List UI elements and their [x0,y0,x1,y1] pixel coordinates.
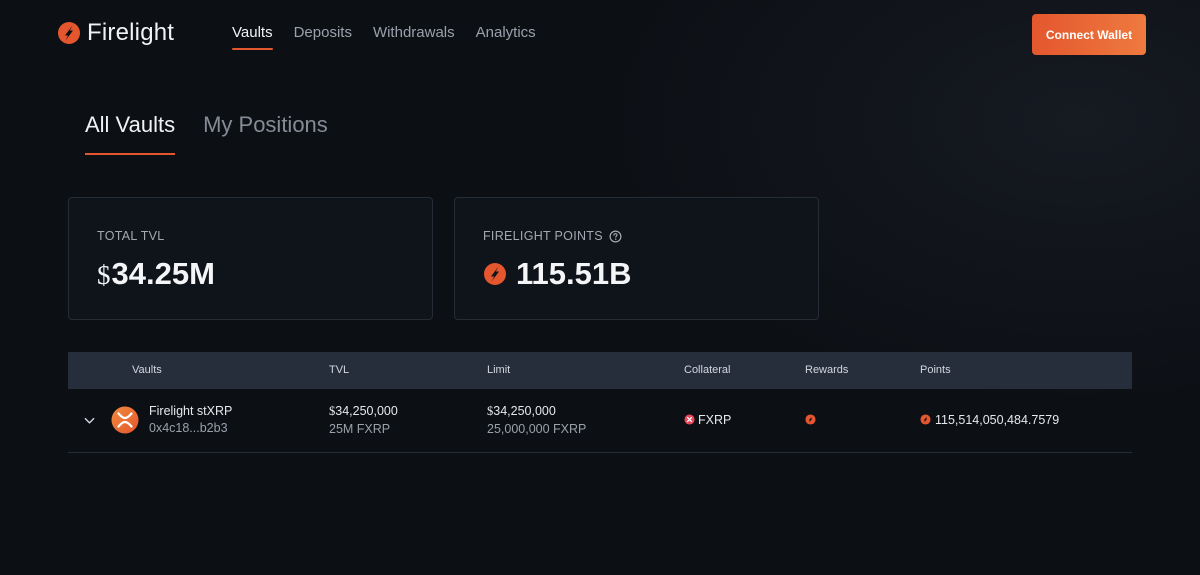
tab-my-positions[interactable]: My Positions [203,112,328,155]
total-tvl-card: TOTAL TVL $34.25M [68,197,433,320]
collateral-value: FXRP [698,413,732,427]
column-points: Points [920,364,951,376]
column-tvl: TVL [329,364,350,376]
main-nav: Vaults Deposits Withdrawals Analytics [232,24,536,50]
vaults-table: Vaults TVL Limit Collateral Rewards Poin… [68,352,1132,453]
flame-icon [805,414,816,425]
fxrp-icon [684,414,695,425]
flame-icon [920,414,931,425]
currency-symbol: $ [97,260,111,290]
vault-address: 0x4c18...b2b3 [149,421,228,435]
nav-vaults[interactable]: Vaults [232,24,273,50]
table-row[interactable]: Firelight stXRP 0x4c18...b2b3 $34,250,00… [68,389,1132,453]
limit-value: 34,250,000 [493,404,556,418]
tab-all-vaults[interactable]: All Vaults [85,112,176,155]
tvl-value: 34,250,000 [335,404,398,418]
vault-name: Firelight stXRP [149,404,233,418]
total-tvl-value: $34.25M [97,256,215,292]
total-tvl-amount: 34.25M [111,256,215,291]
firelight-points-card: FIRELIGHT POINTS 115.51B [454,197,819,320]
points-value-cell: 115,514,050,484.7579 [935,413,1060,427]
column-vaults: Vaults [132,364,162,376]
points-label-text: FIRELIGHT POINTS [483,229,603,243]
tvl-sub: 25M FXRP [329,422,391,436]
top-header: Firelight Vaults Deposits Withdrawals An… [0,0,1200,70]
total-tvl-label: TOTAL TVL [97,229,165,243]
column-collateral: Collateral [684,364,731,376]
vault-name-cell: Firelight stXRP 0x4c18...b2b3 [149,404,232,435]
points-amount: 115.51B [516,256,632,291]
brand-name: Firelight [87,19,175,46]
points-label: FIRELIGHT POINTS [483,229,622,243]
nav-withdrawals[interactable]: Withdrawals [373,24,455,50]
limit-cell: $34,250,000 25,000,000 FXRP [487,404,586,436]
nav-deposits[interactable]: Deposits [294,24,352,50]
total-tvl-label-text: TOTAL TVL [97,229,165,243]
nav-analytics[interactable]: Analytics [476,24,536,50]
brand-logo[interactable]: Firelight [57,19,174,47]
points-cell: 115,514,050,484.7579 [920,413,1059,427]
flame-logo-icon [58,22,80,44]
limit-sub: 25,000,000 FXRP [487,422,587,436]
help-icon[interactable] [609,230,622,243]
collateral-cell: FXRP [684,413,731,427]
rewards-cell [805,413,816,427]
vault-tabs: All Vaults My Positions [85,112,328,155]
column-rewards: Rewards [805,364,849,376]
xrp-token-icon [111,406,139,434]
flame-icon [484,263,506,285]
tvl-cell: $34,250,000 25M FXRP [329,404,398,436]
points-value: 115.51B [483,256,632,292]
chevron-down-icon[interactable] [83,414,96,427]
connect-wallet-button[interactable]: Connect Wallet [1032,14,1146,55]
column-limit: Limit [487,364,511,376]
table-header: Vaults TVL Limit Collateral Rewards Poin… [68,352,1132,389]
